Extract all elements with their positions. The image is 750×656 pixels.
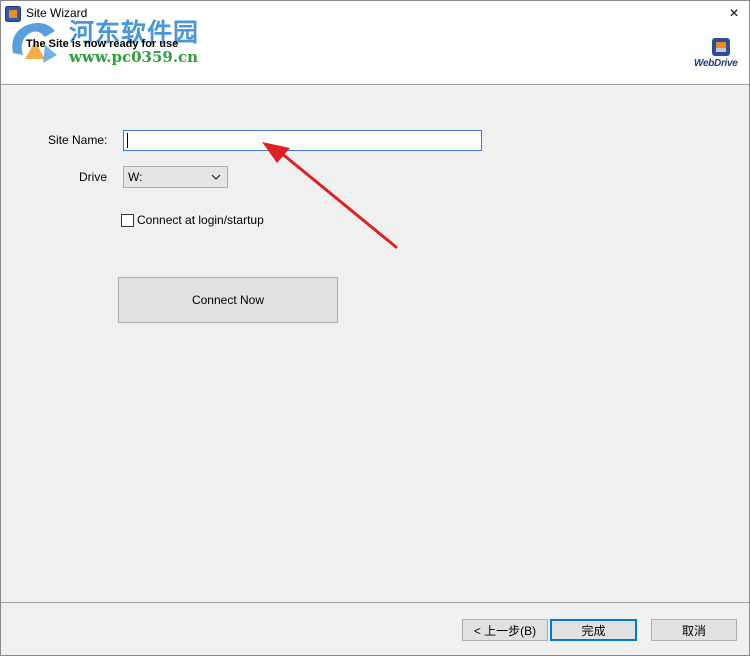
close-icon[interactable]: × [719,1,749,27]
drive-select[interactable]: W: [123,166,228,188]
site-name-label: Site Name: [48,133,108,147]
connect-at-login-checkbox[interactable] [121,214,134,227]
cancel-button[interactable]: 取消 [651,619,737,641]
webdrive-logo-icon [712,38,730,56]
text-caret [127,133,128,148]
drive-label: Drive [79,170,108,184]
footer-divider [1,602,749,603]
connect-at-login-label[interactable]: Connect at login/startup [137,213,264,227]
wizard-subtitle: The Site is now ready for use [26,38,179,50]
watermark-url: www.pc0359.cn [69,48,199,66]
wizard-header: Site Wizard × 河东软件园 www.pc0359.cn The Si… [1,1,749,85]
back-button[interactable]: < 上一步(B) [462,619,548,641]
webdrive-brand-text: WebDrive [694,58,738,69]
connect-now-button[interactable]: Connect Now [118,277,338,323]
chevron-down-icon [211,174,221,180]
site-name-input[interactable] [123,130,482,151]
finish-button[interactable]: 完成 [550,619,637,641]
site-wizard-window: Site Wizard × 河东软件园 www.pc0359.cn The Si… [0,0,750,656]
drive-select-value: W: [128,170,143,184]
